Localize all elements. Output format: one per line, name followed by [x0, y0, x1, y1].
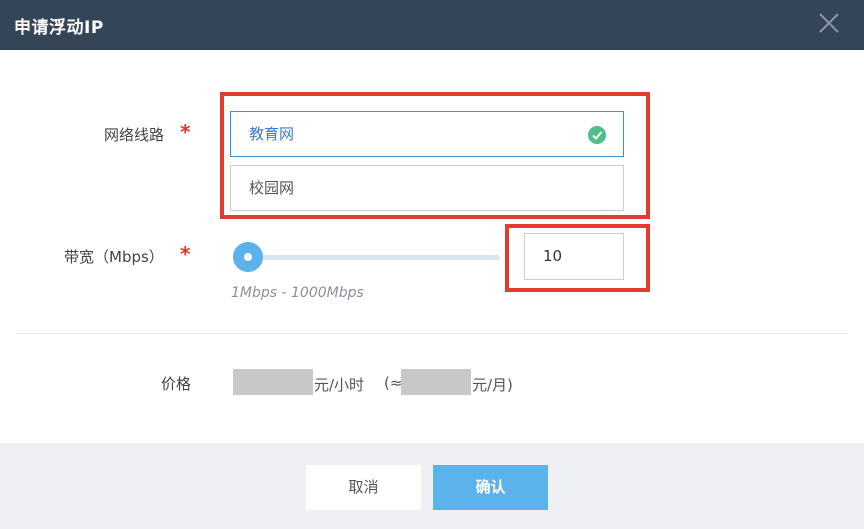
bandwidth-slider-handle[interactable] [233, 242, 263, 272]
cancel-button[interactable]: 取消 [306, 465, 421, 510]
network-option-education[interactable]: 教育网 [230, 111, 624, 157]
dialog-title: 申请浮动IP [14, 18, 104, 38]
monthly-price-redacted [401, 369, 471, 395]
confirm-button[interactable]: 确认 [433, 465, 548, 510]
dialog-header: 申请浮动IP [0, 0, 864, 50]
network-option-campus[interactable]: 校园网 [230, 165, 624, 211]
bandwidth-slider-track[interactable] [242, 255, 500, 260]
close-icon[interactable] [816, 10, 842, 36]
option-label: 教育网 [249, 125, 295, 143]
divider [16, 333, 848, 334]
check-icon [588, 126, 606, 144]
monthly-unit: 元/月) [472, 376, 513, 394]
bandwidth-input[interactable]: 10 [524, 233, 624, 280]
price-label: 价格 [161, 375, 192, 393]
bandwidth-range: 1Mbps - 1000Mbps [231, 285, 364, 301]
required-asterisk: * [180, 120, 191, 144]
hourly-unit: 元/小时 [314, 376, 365, 394]
required-asterisk: * [180, 242, 191, 266]
option-label: 校园网 [249, 179, 295, 197]
monthly-prefix: (≈ [384, 374, 403, 392]
dialog-footer: 取消 确认 [0, 443, 864, 529]
network-label: 网络线路 [104, 126, 165, 144]
bandwidth-label: 带宽（Mbps） [64, 248, 164, 266]
hourly-price-redacted [233, 369, 313, 395]
